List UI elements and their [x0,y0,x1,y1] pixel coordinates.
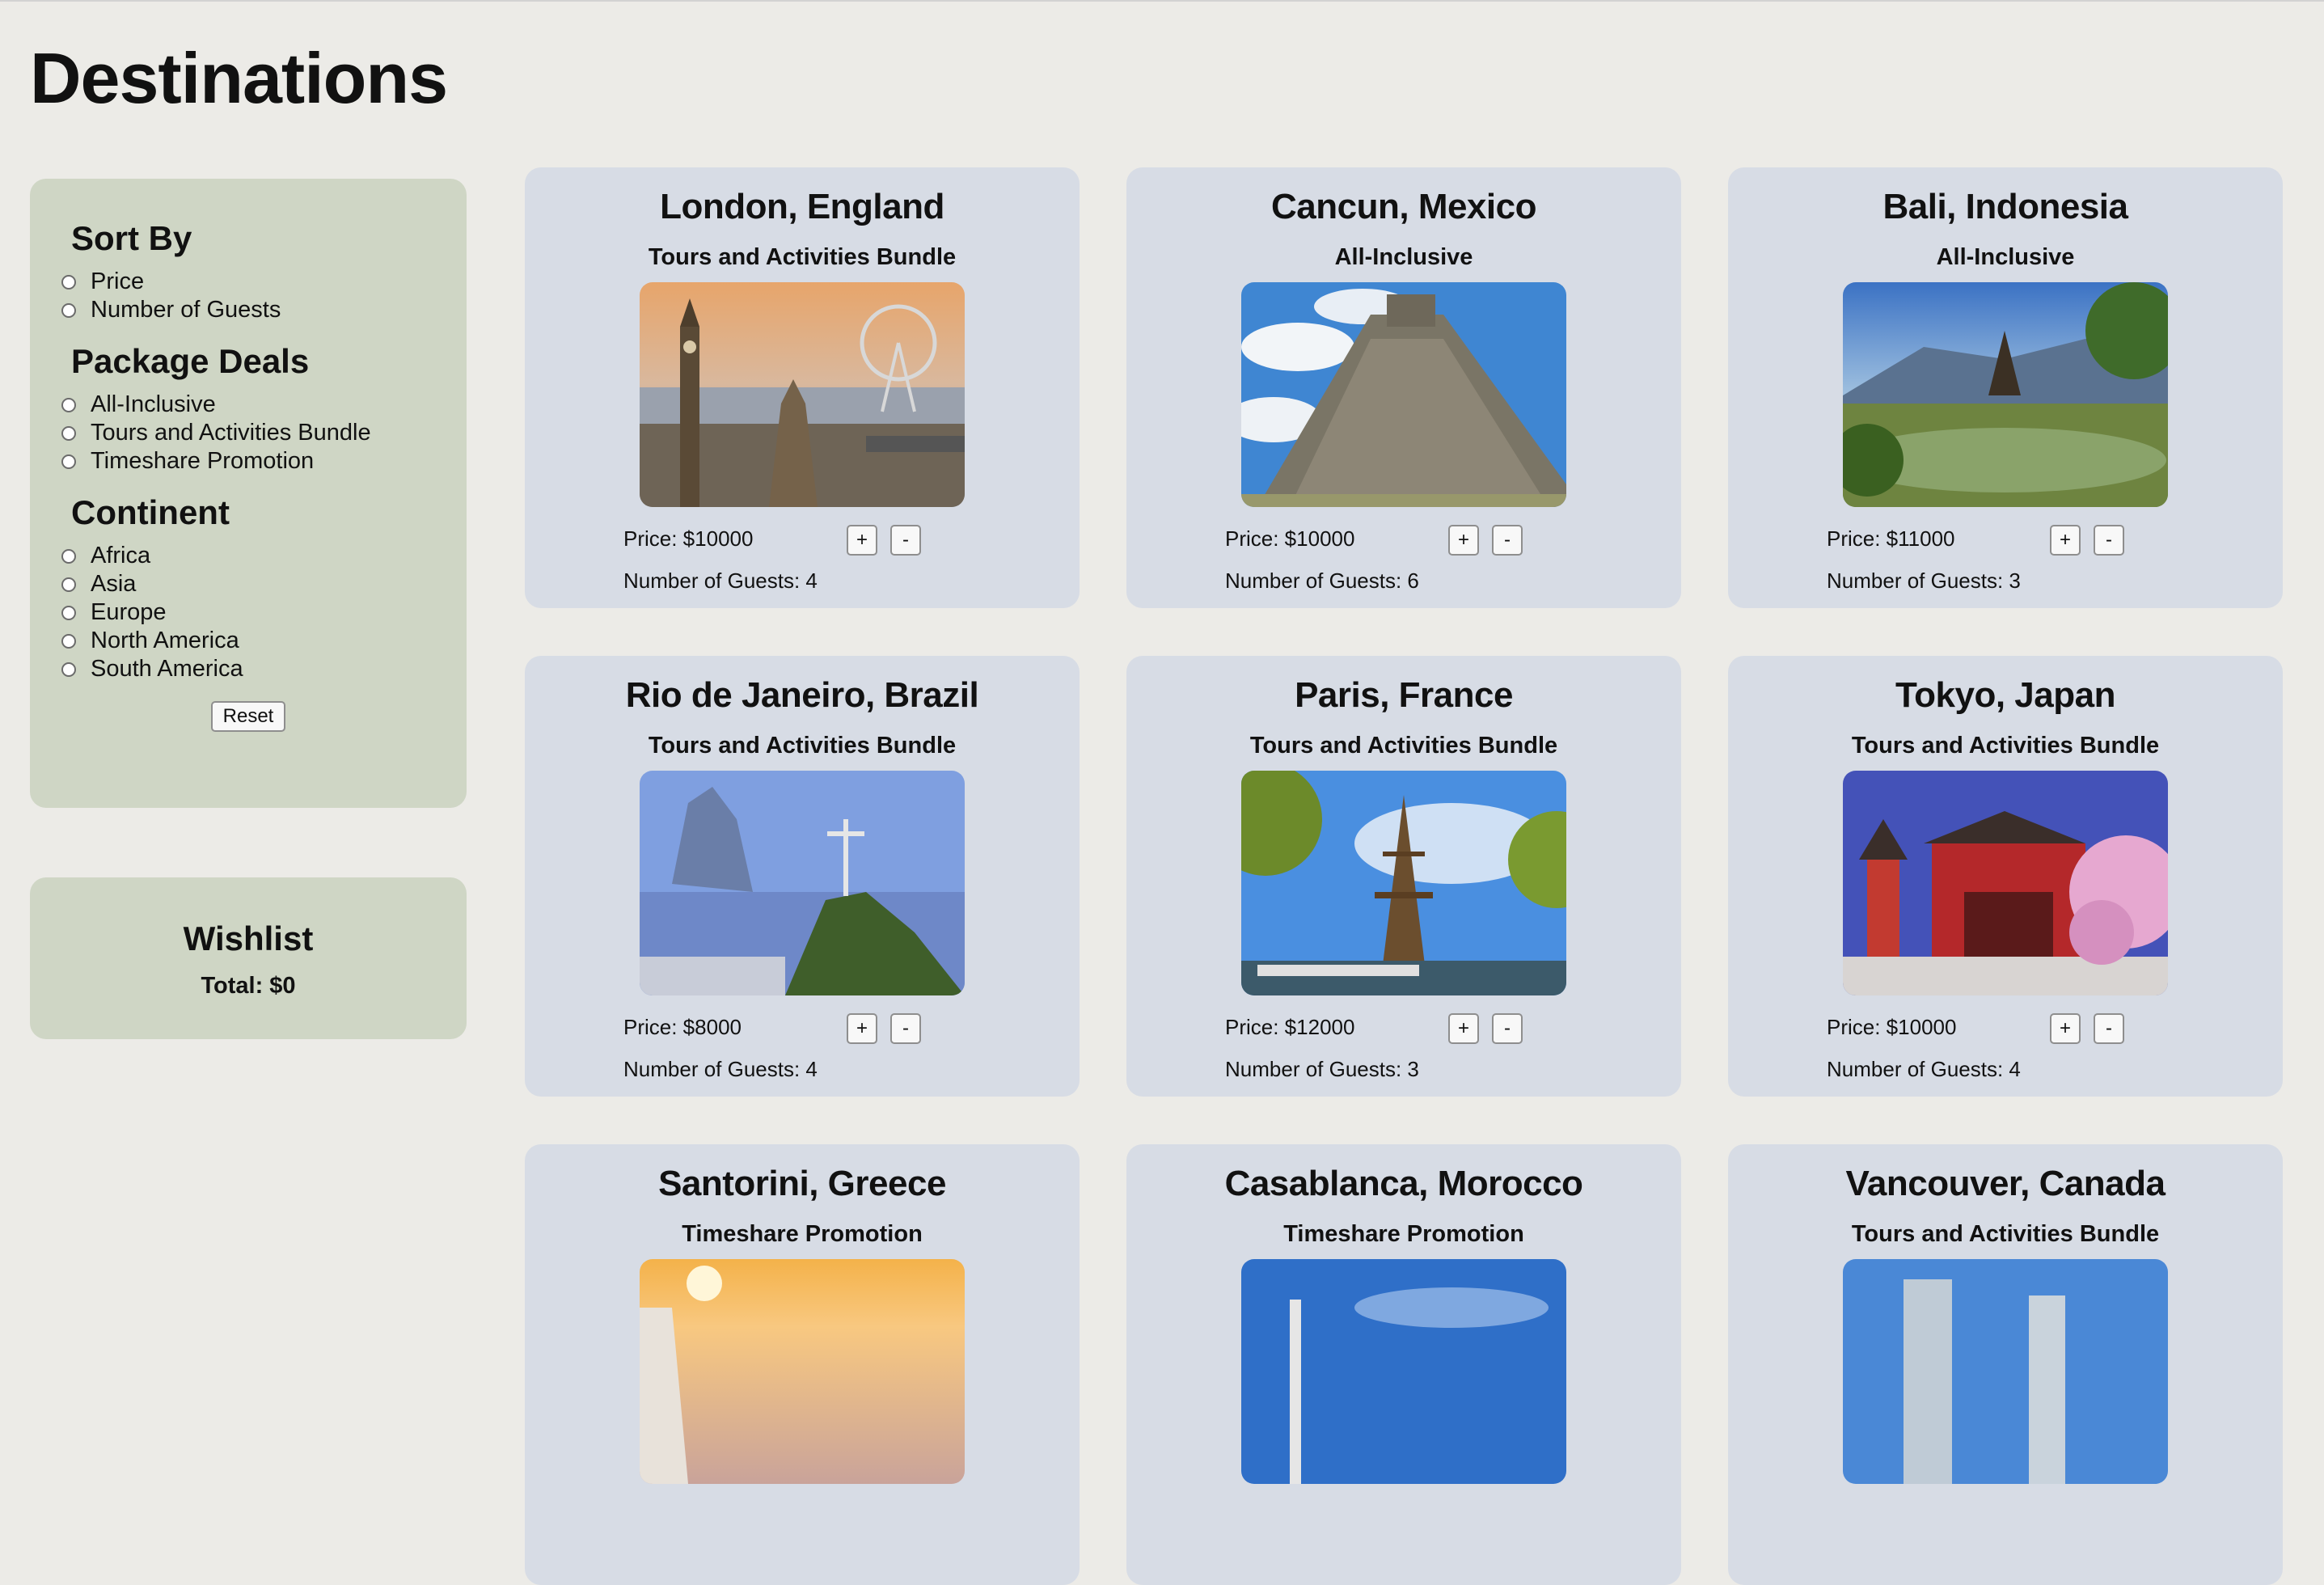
destination-photo [1241,1259,1566,1484]
continent-heading: Continent [71,493,230,531]
package-deal: Tours and Activities Bundle [648,733,957,759]
wishlist-total: Total: $0 [201,973,296,999]
package-deal: Tours and Activities Bundle [1851,1221,2160,1247]
decrease-guests-button[interactable]: - [2094,1013,2124,1044]
destination-name: Casablanca, Morocco [1224,1164,1583,1203]
destination-card: London, England Tours and Activities Bun… [525,167,1080,608]
guests-label: Number of Guests: 6 [1225,568,1419,593]
increase-guests-button[interactable]: + [1448,1013,1479,1044]
radio-button[interactable] [61,425,76,441]
package-deal: All-Inclusive [1936,244,2075,270]
decrease-guests-button[interactable]: - [1492,525,1523,556]
decrease-guests-button[interactable]: - [2094,525,2124,556]
package-deals-group: Package Deals All-Inclusive Tours and Ac… [61,342,467,476]
destination-photo [640,771,965,995]
guests-label: Number of Guests: 4 [1827,1057,2021,1081]
radio-button[interactable] [61,548,76,564]
package-option-all-inclusive[interactable]: All-Inclusive [61,391,467,419]
sort-option-price[interactable]: Price [61,268,467,296]
continent-option-europe[interactable]: Europe [61,598,467,627]
continent-option-asia[interactable]: Asia [61,570,467,598]
destination-card: Bali, Indonesia All-Inclusive Price: $11… [1728,167,2283,608]
sort-option-guests[interactable]: Number of Guests [61,296,467,324]
package-deal: Timeshare Promotion [682,1221,923,1247]
wishlist-heading: Wishlist [183,919,314,957]
continent-option-north-america[interactable]: North America [61,627,467,655]
package-deal: All-Inclusive [1334,244,1473,270]
price-label: Price: $12000 [1225,1015,1355,1039]
destination-photo [640,282,965,507]
destination-card: Cancun, Mexico All-Inclusive Price: $100… [1126,167,1681,608]
increase-guests-button[interactable]: + [847,525,877,556]
package-deals-heading: Package Deals [71,342,310,380]
decrease-guests-button[interactable]: - [890,1013,921,1044]
destination-name: Rio de Janeiro, Brazil [625,675,979,715]
destination-name: Bali, Indonesia [1882,187,2128,226]
filter-panel: Sort By Price Number of Guests Package D… [30,179,467,808]
package-deal: Timeshare Promotion [1283,1221,1524,1247]
destination-photo [1241,771,1566,995]
package-deal: Tours and Activities Bundle [648,244,957,270]
reset-button[interactable]: Reset [211,701,285,732]
increase-guests-button[interactable]: + [1448,525,1479,556]
destination-card: Santorini, Greece Timeshare Promotion [525,1144,1080,1585]
destination-card: Paris, France Tours and Activities Bundl… [1126,656,1681,1097]
sort-by-heading: Sort By [71,219,192,257]
destination-photo [1843,771,2168,995]
guests-label: Number of Guests: 3 [1225,1057,1419,1081]
increase-guests-button[interactable]: + [2050,525,2081,556]
destination-photo [1843,282,2168,507]
destination-card: Rio de Janeiro, Brazil Tours and Activit… [525,656,1080,1097]
guests-label: Number of Guests: 4 [623,568,818,593]
increase-guests-button[interactable]: + [847,1013,877,1044]
guests-label: Number of Guests: 4 [623,1057,818,1081]
radio-button[interactable] [61,605,76,620]
radio-button[interactable] [61,397,76,412]
destination-grid: London, England Tours and Activities Bun… [525,167,2283,1585]
package-deal: Tours and Activities Bundle [1249,733,1558,759]
radio-button[interactable] [61,633,76,649]
radio-button[interactable] [61,274,76,290]
guests-label: Number of Guests: 3 [1827,568,2021,593]
destination-card: Casablanca, Morocco Timeshare Promotion [1126,1144,1681,1585]
destination-photo [1241,282,1566,507]
continent-group: Continent Africa Asia Europe North Ameri… [61,493,467,683]
package-deal: Tours and Activities Bundle [1851,733,2160,759]
destination-photo [1843,1259,2168,1484]
destination-name: Vancouver, Canada [1845,1164,2166,1203]
price-label: Price: $8000 [623,1015,742,1039]
radio-button[interactable] [61,454,76,469]
top-divider [0,0,2324,2]
sort-by-group: Sort By Price Number of Guests [61,219,467,324]
wishlist-panel: Wishlist Total: $0 [30,877,467,1039]
price-label: Price: $10000 [1827,1015,1957,1039]
destination-name: Paris, France [1295,675,1513,715]
destination-photo [640,1259,965,1484]
radio-button[interactable] [61,577,76,592]
price-label: Price: $10000 [623,526,754,551]
radio-button[interactable] [61,661,76,677]
destination-name: Santorini, Greece [658,1164,946,1203]
decrease-guests-button[interactable]: - [1492,1013,1523,1044]
price-label: Price: $10000 [1225,526,1355,551]
package-option-timeshare[interactable]: Timeshare Promotion [61,447,467,476]
decrease-guests-button[interactable]: - [890,525,921,556]
continent-option-africa[interactable]: Africa [61,542,467,570]
destination-card: Tokyo, Japan Tours and Activities Bundle… [1728,656,2283,1097]
page-title: Destinations [30,38,448,118]
destination-name: London, England [660,187,944,226]
continent-option-south-america[interactable]: South America [61,655,467,683]
package-option-tours-bundle[interactable]: Tours and Activities Bundle [61,419,467,447]
increase-guests-button[interactable]: + [2050,1013,2081,1044]
destination-card: Vancouver, Canada Tours and Activities B… [1728,1144,2283,1585]
price-label: Price: $11000 [1827,526,1955,551]
destination-name: Tokyo, Japan [1895,675,2115,715]
radio-button[interactable] [61,302,76,318]
destination-name: Cancun, Mexico [1271,187,1536,226]
